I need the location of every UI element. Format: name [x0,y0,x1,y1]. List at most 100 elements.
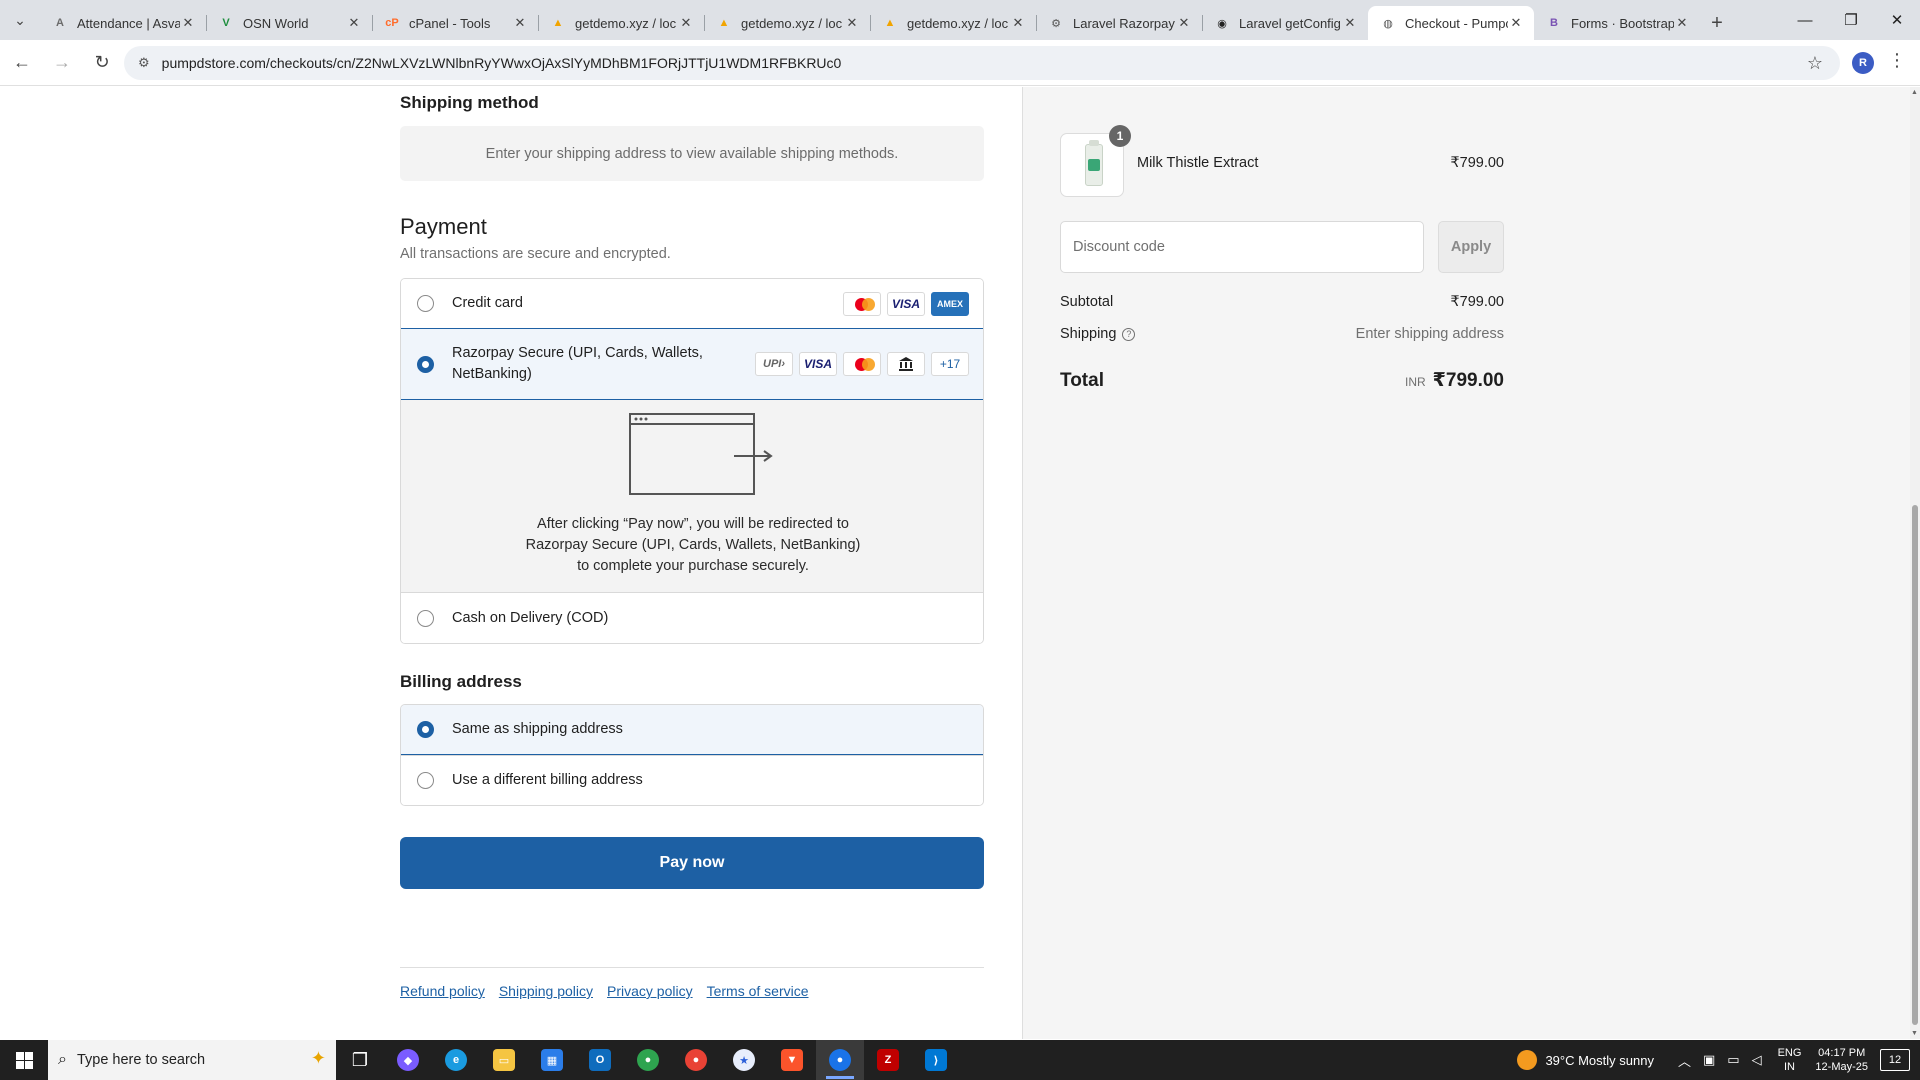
system-tray: 39°C Mostly sunny ︿ ▣ ▭ ◁ ENG IN 04:17 P… [1517,1040,1920,1080]
shipping-policy-link[interactable]: Shipping policy [499,983,593,999]
question-help-icon[interactable]: ? [1122,327,1136,341]
task-view-icon[interactable]: ❐ [336,1040,384,1080]
app-star-icon[interactable]: ★ [720,1040,768,1080]
checkout-page: Shipping method Enter your shipping addr… [0,87,1910,1039]
payment-option-razorpay[interactable]: Razorpay Secure (UPI, Cards, Wallets, Ne… [401,328,983,400]
tab-laravel-getconfig[interactable]: ◉ Laravel getConfig ✕ [1202,6,1368,40]
tab-getdemo-1[interactable]: ▲ getdemo.xyz / loc ✕ [538,6,704,40]
total-row: Total INR ₹799.00 [1060,369,1504,392]
copilot-icon[interactable]: ◆ [384,1040,432,1080]
chrome-icon[interactable]: ● [672,1040,720,1080]
close-tab-icon[interactable]: ✕ [180,15,196,31]
tab-checkout[interactable]: ◍ Checkout - Pumpc ✕ [1368,6,1534,40]
edge-icon[interactable]: e [432,1040,480,1080]
network-icon[interactable]: ▭ [1727,1052,1739,1068]
billing-option-same[interactable]: Same as shipping address [401,705,983,755]
forward-arrow-icon[interactable]: → [44,45,80,81]
new-tab-plus-icon[interactable]: + [1700,6,1734,40]
razorpay-label: Razorpay Secure (UPI, Cards, Wallets, Ne… [452,345,703,382]
close-tab-icon[interactable]: ✕ [346,15,362,31]
taskbar-clock[interactable]: 04:17 PM 12-May-25 [1815,1046,1868,1074]
close-tab-icon[interactable]: ✕ [1342,15,1358,31]
scroll-up-arrow-icon[interactable]: ▲ [1911,89,1918,96]
discount-code-input[interactable] [1060,221,1424,273]
credit-card-radio[interactable] [417,295,434,312]
tab-getdemo-3[interactable]: ▲ getdemo.xyz / loc ✕ [870,6,1036,40]
outlook-icon[interactable]: O [576,1040,624,1080]
tab-label: Checkout - Pumpc [1405,15,1508,31]
tab-attendance[interactable]: A Attendance | Asva ✕ [40,6,206,40]
windows-start-icon[interactable] [0,1040,48,1080]
privacy-policy-link[interactable]: Privacy policy [607,983,693,999]
scrollbar-thumb[interactable] [1912,505,1918,1025]
pay-now-button[interactable]: Pay now [400,837,984,889]
vscode-icon[interactable]: ⟩ [912,1040,960,1080]
apply-discount-button[interactable]: Apply [1438,221,1504,273]
chrome-active-icon[interactable]: ● [816,1040,864,1080]
shipping-value: Enter shipping address [1355,326,1504,342]
tab-label: Laravel Razorpay [1073,15,1175,31]
close-tab-icon[interactable]: ✕ [844,15,860,31]
taskbar-search-placeholder: Type here to search [76,1052,206,1068]
billing-option-different[interactable]: Use a different billing address [401,755,983,805]
billing-same-label: Same as shipping address [452,721,623,737]
payment-title: Payment [400,214,487,239]
tab-search-icon[interactable]: ⌄ [0,0,40,40]
cod-radio[interactable] [417,609,434,627]
refund-policy-link[interactable]: Refund policy [400,983,485,999]
amex-icon: AMEX [931,291,969,316]
razorpay-radio[interactable] [417,355,434,373]
mastercard-icon [843,352,881,376]
close-tab-icon[interactable]: ✕ [1508,15,1524,31]
filezilla-icon[interactable]: Z [864,1040,912,1080]
tab-osn-world[interactable]: V OSN World ✕ [206,6,372,40]
brave-icon[interactable]: ▼ [768,1040,816,1080]
product-price: ₹799.00 [1450,155,1504,171]
notification-center-icon[interactable]: 12 [1880,1049,1910,1071]
microsoft-store-icon[interactable]: ▦ [528,1040,576,1080]
payment-option-credit-card[interactable]: Credit card VISA AMEX [401,279,983,329]
billing-options: Same as shipping address Use a different… [400,704,984,806]
payment-option-cod[interactable]: Cash on Delivery (COD) [401,593,983,643]
reload-icon[interactable]: ↻ [84,45,120,81]
omnibox[interactable]: ⚙ pumpdstore.com/checkouts/cn/Z2NwLXVzLW… [124,46,1840,80]
url-text[interactable]: pumpdstore.com/checkouts/cn/Z2NwLXVzLWNl… [162,55,1800,71]
close-window-icon[interactable]: ✕ [1874,0,1920,40]
tab-cpanel[interactable]: cP cPanel - Tools ✕ [372,6,538,40]
browser-tab-bar: ⌄ A Attendance | Asva ✕ V OSN World ✕ cP cPan… [0,0,1920,40]
browser-menu-icon[interactable]: ⋮ [1888,50,1906,71]
billing-same-radio[interactable] [417,721,434,738]
clock-time: 04:17 PM [1818,1047,1866,1059]
minimize-icon[interactable]: — [1782,0,1828,40]
close-tab-icon[interactable]: ✕ [1010,15,1026,31]
close-tab-icon[interactable]: ✕ [678,15,694,31]
close-tab-icon[interactable]: ✕ [1674,15,1690,31]
back-arrow-icon[interactable]: ← [4,45,40,81]
close-tab-icon[interactable]: ✕ [512,15,528,31]
shipping-method-title: Shipping method [400,93,539,112]
tab-laravel-razorpay[interactable]: ⚙ Laravel Razorpay ✕ [1036,6,1202,40]
file-explorer-icon[interactable]: ▭ [480,1040,528,1080]
meet-now-icon[interactable]: ▣ [1703,1052,1715,1068]
close-tab-icon[interactable]: ✕ [1176,15,1192,31]
volume-icon[interactable]: ◁ [1752,1052,1762,1068]
site-info-tune-icon[interactable]: ⚙ [138,55,150,71]
subtotal-label: Subtotal [1060,294,1114,310]
terms-of-service-link[interactable]: Terms of service [707,983,809,999]
tab-bootstrap-forms[interactable]: B Forms · Bootstrap ✕ [1534,6,1700,40]
chevron-up-icon[interactable]: ︿ [1678,1051,1691,1070]
restore-icon[interactable]: ❐ [1828,0,1874,40]
page-scrollbar[interactable]: ▲ ▼ [1910,87,1920,1039]
tab-getdemo-2[interactable]: ▲ getdemo.xyz / loc ✕ [704,6,870,40]
profile-avatar[interactable]: R [1852,52,1874,74]
window-controls: — ❐ ✕ [1782,0,1920,40]
chrome-profile-icon[interactable]: ● [624,1040,672,1080]
bookmark-star-icon[interactable]: ☆ [1800,53,1830,74]
language-indicator[interactable]: ENG IN [1778,1046,1802,1074]
total-value: ₹799.00 [1432,370,1504,391]
tab-label: getdemo.xyz / loc [741,15,843,31]
weather-widget[interactable]: 39°C Mostly sunny [1517,1050,1654,1070]
billing-different-radio[interactable] [417,772,434,789]
scroll-down-arrow-icon[interactable]: ▼ [1911,1030,1918,1037]
taskbar-search-box[interactable]: ⌕ Type here to search ✦ [48,1040,336,1080]
